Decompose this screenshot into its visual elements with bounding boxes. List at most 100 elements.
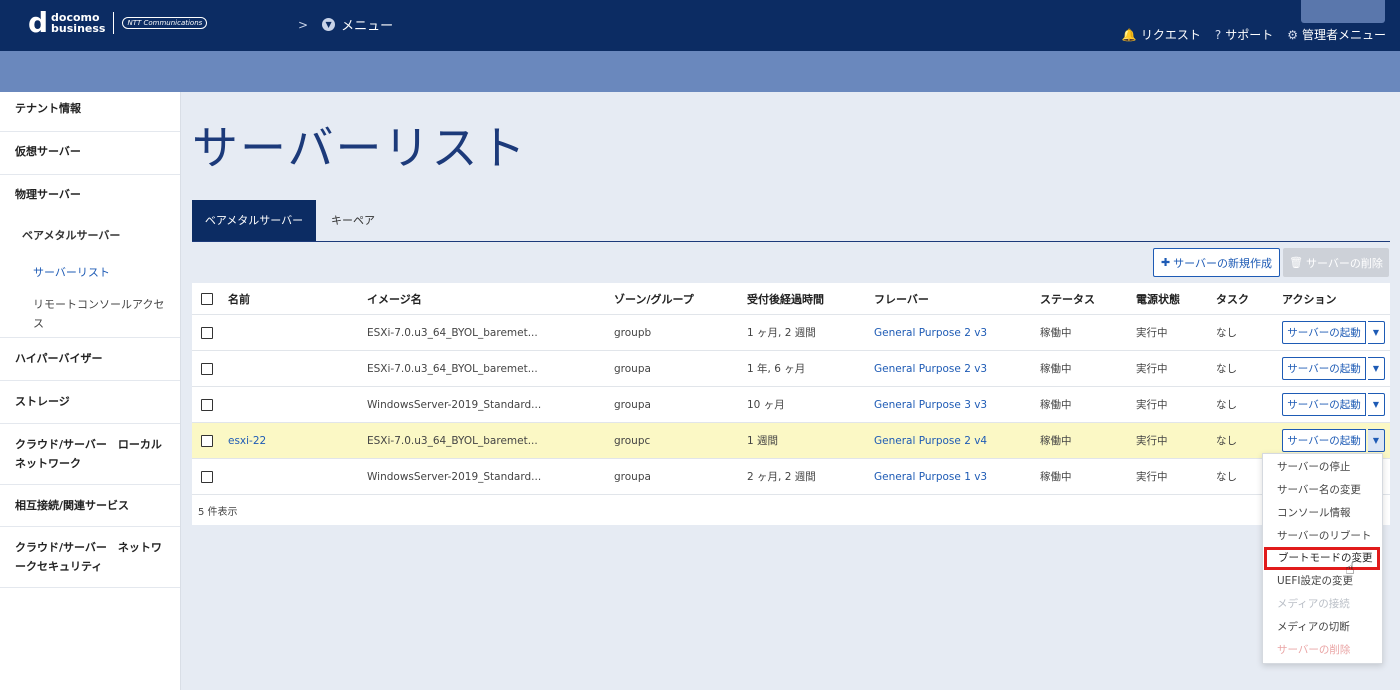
user-tab[interactable] [1301,0,1385,23]
row-elapsed: 2 ヶ月, 2 週間 [747,471,816,483]
menu-item-detach-media[interactable]: メディアの切断 [1263,616,1382,639]
row-select-cell [201,351,213,386]
action-dropdown-toggle[interactable]: ▼ [1368,321,1385,344]
row-task: なし [1216,327,1237,339]
row-elapsed: 1 ヶ月, 2 週間 [747,327,816,339]
logo-line2: business [51,22,106,35]
tab-keypair[interactable]: キーペア [316,200,390,241]
table-row[interactable]: WindowsServer-2019_Standard... groupa 10… [192,387,1390,423]
row-checkbox[interactable] [201,326,213,339]
delete-server-label: サーバーの削除 [1306,256,1383,270]
nav-request-label: リクエスト [1140,28,1201,42]
sidebar-item-virtual-server[interactable]: 仮想サーバー [0,132,180,175]
nav-support[interactable]: ? サポート [1215,26,1273,43]
menu-item-stop-server[interactable]: サーバーの停止 [1263,456,1382,479]
menu-item-console-info[interactable]: コンソール情報 [1263,502,1382,525]
row-zone: groupa [614,398,651,411]
row-checkbox[interactable] [201,398,213,411]
menu-item-rename-server[interactable]: サーバー名の変更 [1263,479,1382,502]
menu-breadcrumb[interactable]: > ▼ メニュー [298,15,393,35]
sub-header-bar [0,51,1400,92]
col-zone[interactable]: ゾーン/グループ [614,283,694,314]
start-server-button[interactable]: サーバーの起動 [1282,321,1366,344]
docomo-business-logo[interactable]: d docomo business NTT Communications [28,9,208,37]
action-dropdown-toggle[interactable]: ▼ [1368,429,1385,452]
row-image: WindowsServer-2019_Standard... [367,470,542,483]
create-server-label: サーバーの新規作成 [1173,256,1273,270]
caret-down-icon: ▼ [1372,328,1380,337]
chevron-down-icon: ▼ [322,18,336,31]
nav-admin-menu[interactable]: ⚙ 管理者メニュー [1287,26,1386,43]
row-zone: groupc [614,434,651,447]
action-dropdown-toggle[interactable]: ▼ [1368,393,1385,416]
trash-icon: 🗑 [1289,256,1304,269]
sidebar-item-network-security[interactable]: クラウド/サーバー ネットワークセキュリティ [0,527,180,588]
col-flavor[interactable]: フレーバー [874,283,929,314]
row-action-cell: サーバーの起動 ▼ [1282,315,1385,350]
row-flavor[interactable]: General Purpose 2 v3 [874,351,987,386]
sidebar-item-hypervisor[interactable]: ハイパーバイザー [0,338,180,381]
row-flavor[interactable]: General Purpose 2 v4 [874,423,987,458]
table-row[interactable]: ESXi-7.0.u3_64_BYOL_baremet... groupb 1 … [192,315,1390,351]
caret-down-icon: ▼ [1372,364,1380,373]
select-all-checkbox[interactable] [201,292,213,305]
menu-item-uefi-settings[interactable]: UEFI設定の変更 [1263,570,1382,593]
ntt-logo: NTT Communications [122,17,208,29]
create-server-button[interactable]: ✚ サーバーの新規作成 [1153,248,1280,277]
start-server-button[interactable]: サーバーの起動 [1282,357,1366,380]
col-task[interactable]: タスク [1216,283,1249,314]
top-nav: 🔔 リクエスト ? サポート ⚙ 管理者メニュー [1122,26,1386,43]
nav-request[interactable]: 🔔 リクエスト [1122,26,1201,43]
row-status: 稼働中 [1040,399,1072,411]
menu-item-delete-server[interactable]: サーバーの削除 [1263,639,1382,662]
table-row-selected[interactable]: esxi-22 ESXi-7.0.u3_64_BYOL_baremet... g… [192,423,1390,459]
row-task: なし [1216,435,1237,447]
row-select-cell [201,459,213,494]
table-header: 名前 イメージ名 ゾーン/グループ 受付後経過時間 フレーバー ステータス 電源… [192,283,1390,315]
start-server-button[interactable]: サーバーの起動 [1282,429,1366,452]
table-row[interactable]: WindowsServer-2019_Standard... groupa 2 … [192,459,1390,495]
nav-support-label: サポート [1225,28,1274,42]
sidebar-item-physical-server[interactable]: 物理サーバー [0,175,180,217]
row-select-cell [201,315,213,350]
col-power[interactable]: 電源状態 [1136,283,1180,314]
tab-baremetal[interactable]: ベアメタルサーバー [192,200,316,241]
nav-admin-label: 管理者メニュー [1301,28,1386,42]
row-checkbox[interactable] [201,434,213,447]
table-row[interactable]: ESXi-7.0.u3_64_BYOL_baremet... groupa 1 … [192,351,1390,387]
row-checkbox[interactable] [201,362,213,375]
page-title: サーバーリスト [192,121,528,175]
sidebar-item-tenant[interactable]: テナント情報 [0,92,180,132]
sidebar-item-remote-console[interactable]: リモートコンソールアクセス [0,291,180,337]
row-flavor[interactable]: General Purpose 3 v3 [874,387,987,422]
sidebar-item-baremetal[interactable]: ベアメタルサーバー [0,217,180,255]
row-task: なし [1216,399,1237,411]
menu-item-reboot-server[interactable]: サーバーのリブート [1263,525,1382,548]
start-server-button[interactable]: サーバーの起動 [1282,393,1366,416]
caret-down-icon: ▼ [1372,400,1380,409]
caret-down-icon: ▼ [1372,436,1380,445]
row-image: ESXi-7.0.u3_64_BYOL_baremet... [367,362,538,375]
action-dropdown-toggle[interactable]: ▼ [1368,357,1385,380]
row-power: 実行中 [1136,363,1168,375]
sidebar-item-local-network[interactable]: クラウド/サーバー ローカルネットワーク [0,424,180,485]
delete-server-button[interactable]: 🗑 サーバーの削除 [1283,248,1389,277]
row-checkbox[interactable] [201,470,213,483]
col-elapsed[interactable]: 受付後経過時間 [747,283,824,314]
row-task: なし [1216,471,1237,483]
col-name[interactable]: 名前 [228,283,250,314]
sidebar-item-storage[interactable]: ストレージ [0,381,180,424]
sidebar-item-server-list[interactable]: サーバーリスト [0,255,180,291]
row-elapsed: 10 ヶ月 [747,399,785,411]
menu-item-attach-media[interactable]: メディアの接続 [1263,593,1382,616]
row-image: ESXi-7.0.u3_64_BYOL_baremet... [367,434,538,447]
col-image[interactable]: イメージ名 [367,283,422,314]
row-flavor[interactable]: General Purpose 2 v3 [874,315,987,350]
row-count: 5 件表示 [198,507,238,518]
row-flavor[interactable]: General Purpose 1 v3 [874,459,987,494]
col-status[interactable]: ステータス [1040,283,1095,314]
row-name[interactable]: esxi-22 [228,423,266,458]
server-table: 名前 イメージ名 ゾーン/グループ 受付後経過時間 フレーバー ステータス 電源… [192,283,1390,525]
menu-item-change-boot-mode[interactable]: ブートモードの変更 [1264,547,1380,570]
sidebar-item-interconnect[interactable]: 相互接続/関連サービス [0,485,180,527]
